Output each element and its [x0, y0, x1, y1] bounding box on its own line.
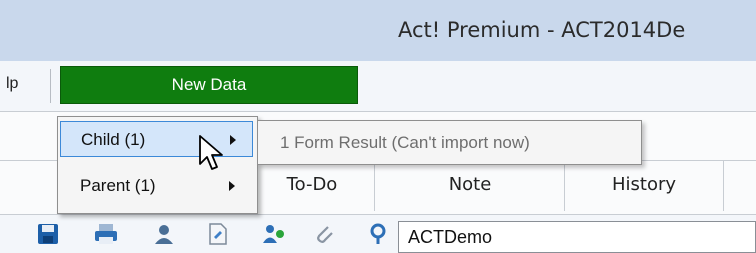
context-menu: Child (1) Parent (1) — [57, 116, 258, 214]
menu-separator — [50, 69, 51, 103]
group-icon[interactable] — [262, 222, 286, 246]
mouse-cursor-icon — [199, 135, 223, 170]
title-bar: Act! Premium - ACT2014De — [0, 0, 756, 61]
save-icon[interactable] — [36, 222, 60, 246]
attach-icon[interactable] — [312, 222, 336, 246]
submenu-arrow-icon — [230, 135, 236, 145]
menu-item-child-label: Child (1) — [81, 130, 146, 149]
tab-note[interactable]: Note — [374, 161, 565, 211]
database-field[interactable]: ACTDemo — [398, 221, 756, 253]
window-title: Act! Premium - ACT2014De — [398, 18, 686, 42]
contact-icon[interactable] — [152, 222, 176, 246]
tab-history[interactable]: History — [564, 161, 724, 211]
print-icon[interactable] — [94, 222, 118, 246]
tab-todo[interactable]: To-Do — [248, 161, 375, 211]
new-data-button[interactable]: New Data — [60, 66, 358, 104]
submenu-arrow-icon — [229, 181, 235, 191]
icon-toolbar: ACTDemo — [0, 214, 756, 253]
menu-bar: lp New Data — [0, 61, 756, 112]
document-icon[interactable] — [206, 222, 230, 246]
lookup-icon[interactable] — [366, 222, 390, 246]
menu-help[interactable]: lp — [6, 75, 18, 93]
submenu-item-form-result[interactable]: 1 Form Result (Can't import now) — [280, 133, 530, 153]
menu-item-parent-label: Parent (1) — [80, 176, 156, 195]
child-submenu: 1 Form Result (Can't import now) — [257, 120, 642, 165]
